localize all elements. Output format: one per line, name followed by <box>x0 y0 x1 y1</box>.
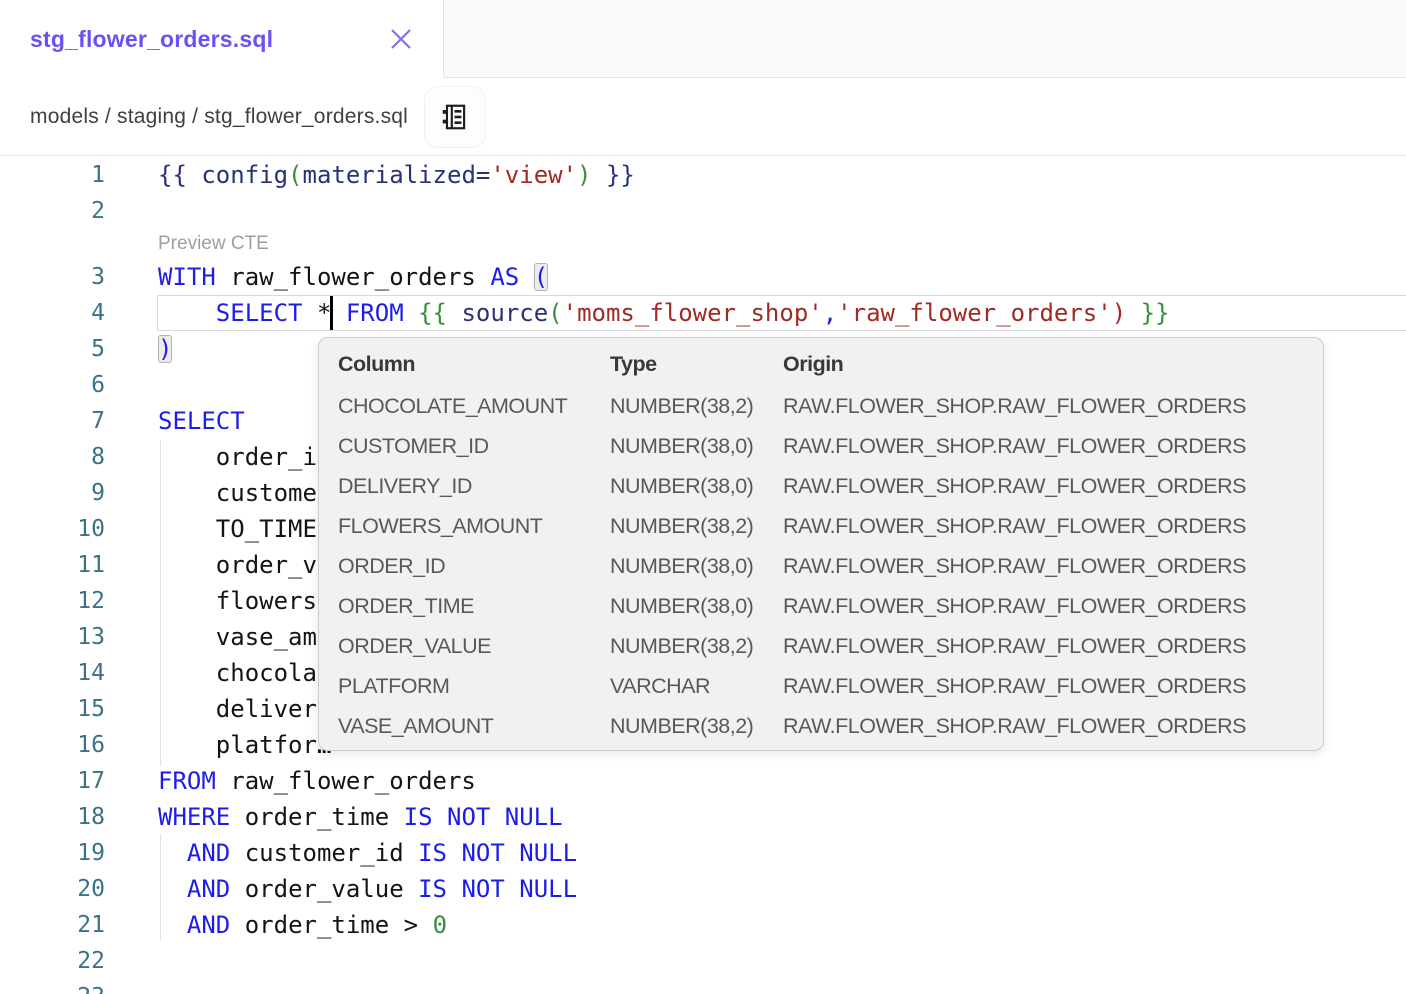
tab-bar: stg_flower_orders.sql <box>0 0 1406 78</box>
column-origin-cell: RAW.FLOWER_SHOP.RAW_FLOWER_ORDERS <box>783 626 1323 666</box>
compiled-code-button[interactable] <box>424 86 486 148</box>
code-line-text <box>105 979 1406 994</box>
tab-bar-empty-area <box>443 0 1406 78</box>
code-line-text <box>105 943 1406 979</box>
code-line-text <box>105 193 1406 229</box>
line-number: 13 <box>0 619 105 655</box>
line-number: 23 <box>0 979 105 994</box>
code-line-text: SELECT * FROM {{ source('moms_flower_sho… <box>105 295 1406 331</box>
code-line[interactable]: 20 AND order_value IS NOT NULL <box>0 871 1406 907</box>
code-line[interactable]: 18WHERE order_time IS NOT NULL <box>0 799 1406 835</box>
column-origin-cell: RAW.FLOWER_SHOP.RAW_FLOWER_ORDERS <box>783 546 1323 586</box>
line-number: 19 <box>0 835 105 871</box>
source-columns-popup: ColumnTypeOriginCHOCOLATE_AMOUNTNUMBER(3… <box>318 337 1324 751</box>
column-type-cell: NUMBER(38,0) <box>610 466 783 506</box>
code-line-text: AND order_time > 0 <box>105 907 1406 943</box>
line-number: 4 <box>0 295 105 331</box>
column-origin-cell: RAW.FLOWER_SHOP.RAW_FLOWER_ORDERS <box>783 666 1323 706</box>
line-number: 5 <box>0 331 105 367</box>
code-line[interactable]: 4 SELECT * FROM {{ source('moms_flower_s… <box>0 295 1406 331</box>
column-name-cell: ORDER_ID <box>338 546 610 586</box>
column-type-cell: NUMBER(38,2) <box>610 386 783 426</box>
column-type-cell: VARCHAR <box>610 666 783 706</box>
code-line-text: WHERE order_time IS NOT NULL <box>105 799 1406 835</box>
line-number: 6 <box>0 367 105 403</box>
line-number: 9 <box>0 475 105 511</box>
column-name-cell: PLATFORM <box>338 666 610 706</box>
column-name-cell: FLOWERS_AMOUNT <box>338 506 610 546</box>
code-line-text: AND customer_id IS NOT NULL <box>105 835 1406 871</box>
column-name-cell: VASE_AMOUNT <box>338 706 610 746</box>
column-type-cell: NUMBER(38,0) <box>610 426 783 466</box>
column-type-cell: NUMBER(38,0) <box>610 546 783 586</box>
line-number: 8 <box>0 439 105 475</box>
line-number: 12 <box>0 583 105 619</box>
line-number: 14 <box>0 655 105 691</box>
column-name-cell: ORDER_VALUE <box>338 626 610 666</box>
line-number: 10 <box>0 511 105 547</box>
line-number: 16 <box>0 727 105 763</box>
column-name-cell: DELIVERY_ID <box>338 466 610 506</box>
code-line[interactable]: 21 AND order_time > 0 <box>0 907 1406 943</box>
column-name-cell: ORDER_TIME <box>338 586 610 626</box>
column-type-cell: NUMBER(38,2) <box>610 706 783 746</box>
code-line[interactable]: 19 AND customer_id IS NOT NULL <box>0 835 1406 871</box>
line-number: 3 <box>0 259 105 295</box>
popup-header: Type <box>610 342 783 386</box>
column-type-cell: NUMBER(38,2) <box>610 626 783 666</box>
line-number: 18 <box>0 799 105 835</box>
notebook-icon <box>440 102 470 132</box>
code-lens-preview-cte[interactable]: Preview CTE <box>0 229 1406 259</box>
code-line-text: {{ config(materialized='view') }} <box>105 157 1406 193</box>
line-number: 22 <box>0 943 105 979</box>
column-origin-cell: RAW.FLOWER_SHOP.RAW_FLOWER_ORDERS <box>783 426 1323 466</box>
code-line[interactable]: 23 <box>0 979 1406 994</box>
column-name-cell: CHOCOLATE_AMOUNT <box>338 386 610 426</box>
column-origin-cell: RAW.FLOWER_SHOP.RAW_FLOWER_ORDERS <box>783 466 1323 506</box>
breadcrumb-bar: models / staging / stg_flower_orders.sql <box>0 78 1406 156</box>
indent-guide <box>160 440 161 766</box>
column-type-cell: NUMBER(38,2) <box>610 506 783 546</box>
code-line-text: AND order_value IS NOT NULL <box>105 871 1406 907</box>
column-origin-cell: RAW.FLOWER_SHOP.RAW_FLOWER_ORDERS <box>783 386 1323 426</box>
code-line-text: WITH raw_flower_orders AS ( <box>105 259 1406 295</box>
line-number: 20 <box>0 871 105 907</box>
line-number: 11 <box>0 547 105 583</box>
line-number: 2 <box>0 193 105 229</box>
line-number: 15 <box>0 691 105 727</box>
column-origin-cell: RAW.FLOWER_SHOP.RAW_FLOWER_ORDERS <box>783 706 1323 746</box>
popup-header: Column <box>338 342 610 386</box>
column-origin-cell: RAW.FLOWER_SHOP.RAW_FLOWER_ORDERS <box>783 586 1323 626</box>
indent-guide <box>160 834 161 941</box>
line-number: 7 <box>0 403 105 439</box>
code-line-text: FROM raw_flower_orders <box>105 763 1406 799</box>
code-line[interactable]: 1{{ config(materialized='view') }} <box>0 157 1406 193</box>
code-line[interactable]: 22 <box>0 943 1406 979</box>
code-line[interactable]: 17FROM raw_flower_orders <box>0 763 1406 799</box>
tab-stg-flower-orders[interactable]: stg_flower_orders.sql <box>0 0 443 78</box>
column-type-cell: NUMBER(38,0) <box>610 586 783 626</box>
line-number: 1 <box>0 157 105 193</box>
code-line[interactable]: 3WITH raw_flower_orders AS ( <box>0 259 1406 295</box>
line-number: 17 <box>0 763 105 799</box>
close-icon[interactable] <box>387 25 415 53</box>
column-origin-cell: RAW.FLOWER_SHOP.RAW_FLOWER_ORDERS <box>783 506 1323 546</box>
dbt-sql-editor-window: stg_flower_orders.sql models / staging /… <box>0 0 1406 994</box>
tab-title: stg_flower_orders.sql <box>30 26 273 53</box>
column-name-cell: CUSTOMER_ID <box>338 426 610 466</box>
code-line[interactable]: 2 <box>0 193 1406 229</box>
line-number: 21 <box>0 907 105 943</box>
popup-header: Origin <box>783 342 1323 386</box>
breadcrumb: models / staging / stg_flower_orders.sql <box>30 105 408 129</box>
